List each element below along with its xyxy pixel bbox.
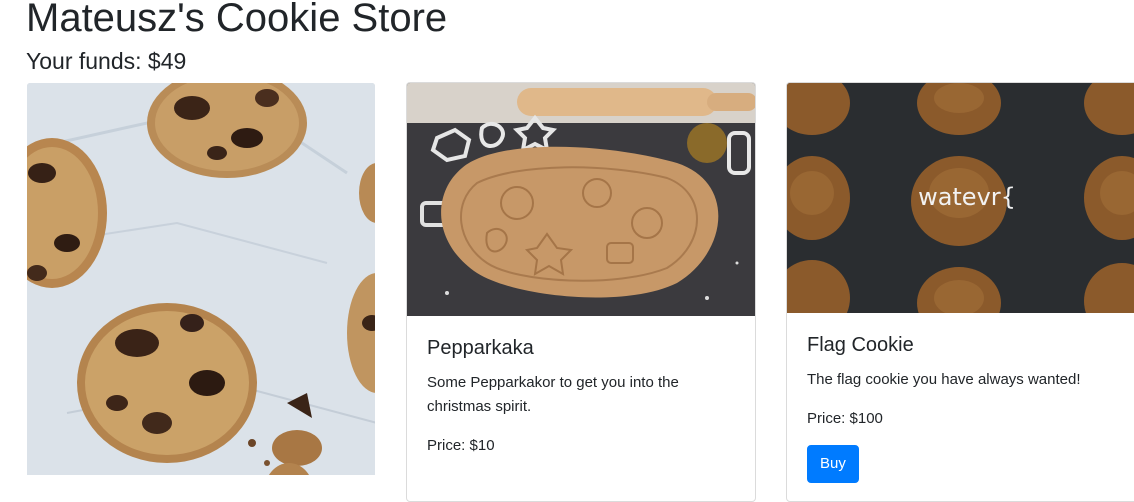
product-price: Price: $10 [427,437,495,454]
product-description: Some Pepparkakor to get you into the chr… [427,374,679,415]
pepparkaka-card-body: Pepparkaka Some Pepparkakor to get you i… [427,336,735,472]
product-card-flag-cookie: watevr{ Flag Cookie The flag cookie you … [786,82,1134,502]
buy-button[interactable]: Buy [807,445,859,483]
product-description: The flag cookie you have always wanted! [807,371,1081,388]
product-card-pepparkaka: Pepparkaka Some Pepparkakor to get you i… [406,82,756,502]
product-title: Flag Cookie [807,334,914,356]
product-price: Price: $100 [807,410,883,427]
flag-cookie-card-body: Flag Cookie The flag cookie you have alw… [807,333,1127,483]
page-title: Mateusz's Cookie Store [26,0,448,40]
flag-cookie-image: watevr{ [787,83,1134,313]
product-title: Pepparkaka [427,337,534,359]
chocolate-chip-cookies-image [27,83,375,475]
funds-display: Your funds: $49 [26,48,187,74]
flag-cookie-image-text: watevr{ [918,183,1016,211]
product-card-chocolate-chip [26,82,376,502]
pepparkaka-image [407,83,755,316]
